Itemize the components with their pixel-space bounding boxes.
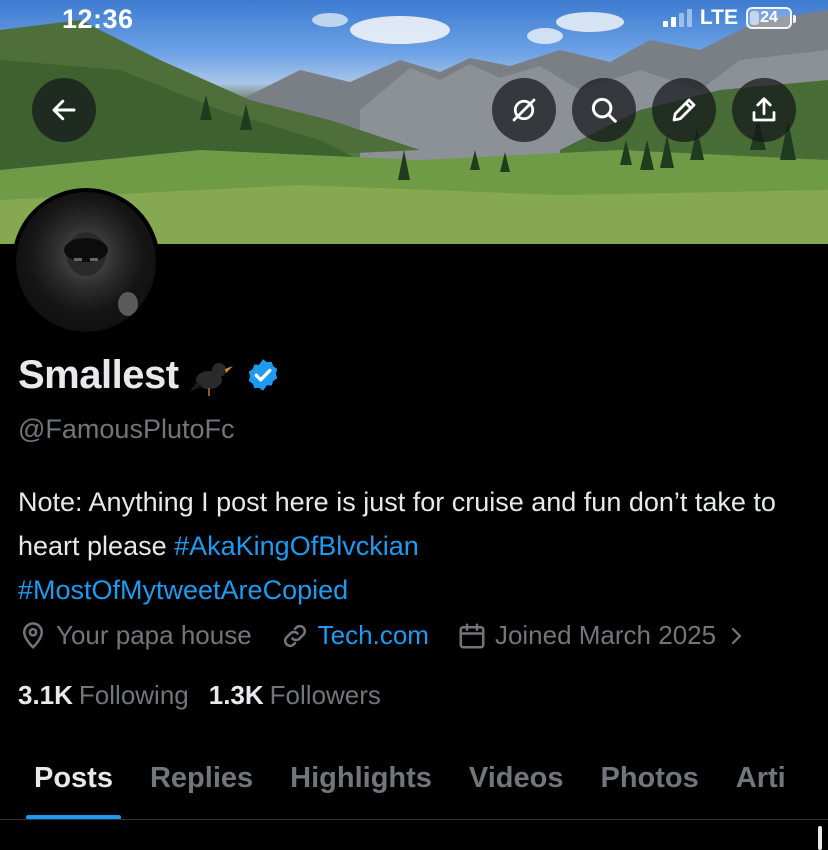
- signal-strength-icon: [662, 9, 692, 27]
- followers-count: 1.3K: [208, 680, 264, 710]
- joined-text: Joined March 2025: [494, 620, 717, 650]
- profile-handle: @FamousPlutoFc: [18, 414, 235, 444]
- bio-hashtag[interactable]: #AkaKingOfBlvckian: [174, 531, 419, 561]
- battery-level: 24: [760, 9, 778, 26]
- avatar-image: [16, 192, 156, 332]
- website-item[interactable]: Tech.com: [280, 620, 429, 651]
- followers-label: Followers: [269, 680, 381, 710]
- scrollbar[interactable]: [818, 826, 822, 850]
- search-button[interactable]: [572, 78, 636, 142]
- blackbird-emoji-icon: [188, 363, 233, 396]
- location-text: Your papa house: [56, 620, 252, 650]
- tab-highlights[interactable]: Highlights: [290, 738, 432, 819]
- website-link[interactable]: Tech.com: [318, 620, 429, 651]
- chevron-right-icon: [731, 627, 742, 644]
- share-icon: [752, 97, 776, 122]
- verified-badge-icon[interactable]: [245, 357, 281, 393]
- following-link[interactable]: 3.1K Following: [18, 680, 189, 711]
- profile-meta: Your papa house Tech.com Joined March 20…: [18, 620, 776, 651]
- profile-bio: Note: Anything I post here is just for c…: [18, 480, 778, 612]
- calendar-icon: [459, 623, 485, 648]
- location-pin-icon: [22, 621, 44, 649]
- grok-icon: [512, 98, 536, 122]
- bio-hashtag[interactable]: #MostOfMytweetAreCopied: [18, 575, 348, 605]
- tab-posts[interactable]: Posts: [26, 738, 121, 819]
- link-icon: [283, 624, 306, 647]
- display-name-row: Smallest: [18, 352, 281, 398]
- display-name: Smallest: [18, 352, 179, 397]
- edit-button[interactable]: [652, 78, 716, 142]
- grok-button[interactable]: [492, 78, 556, 142]
- location-item: Your papa house: [18, 620, 252, 651]
- tab-articles[interactable]: Arti: [736, 738, 786, 819]
- avatar[interactable]: [12, 188, 160, 336]
- arrow-left-icon: [52, 99, 76, 121]
- following-count: 3.1K: [18, 680, 73, 710]
- follow-counts: 3.1K Following 1.3K Followers: [18, 680, 381, 711]
- tab-videos[interactable]: Videos: [469, 738, 564, 819]
- following-label: Following: [78, 680, 189, 710]
- share-button[interactable]: [732, 78, 796, 142]
- status-time: 12:36: [62, 4, 134, 34]
- battery-icon: 24: [746, 7, 796, 29]
- tab-photos[interactable]: Photos: [600, 738, 698, 819]
- network-type: LTE: [699, 6, 738, 29]
- pencil-icon: [672, 98, 696, 122]
- followers-link[interactable]: 1.3K Followers: [209, 680, 381, 711]
- joined-item[interactable]: Joined March 2025: [457, 620, 748, 651]
- profile-tabs: Posts Replies Highlights Videos Photos A…: [0, 738, 828, 820]
- status-indicators: LTE 24: [662, 6, 796, 30]
- tab-replies[interactable]: Replies: [150, 738, 253, 819]
- back-button[interactable]: [32, 78, 96, 142]
- search-icon: [591, 97, 617, 123]
